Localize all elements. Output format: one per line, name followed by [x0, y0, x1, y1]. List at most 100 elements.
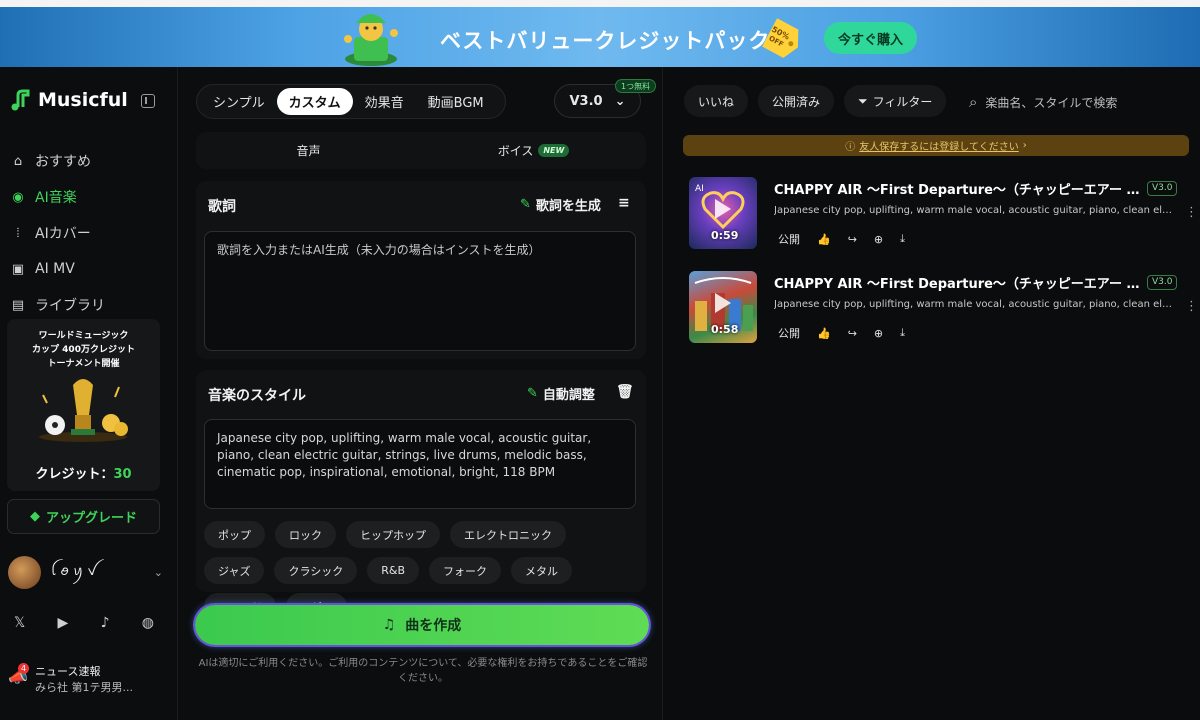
collapse-sidebar-icon[interactable]	[141, 94, 155, 108]
video-icon: ▣	[11, 261, 25, 277]
version-badge: V3.0	[1147, 181, 1178, 196]
discount-tag-icon: 50% OFF	[762, 18, 799, 58]
trash-icon[interactable]: 🗑	[616, 384, 634, 400]
publish-button[interactable]: 公開	[778, 325, 800, 341]
mode-tabs: シンプル カスタム 効果音 動画BGM	[196, 84, 506, 119]
song-thumbnail[interactable]: 0:58	[689, 271, 757, 343]
filter-liked[interactable]: いいね	[684, 85, 749, 117]
lyrics-panel: 歌詞 ✎ 歌詞を生成 ≡ 歌詞を入力またはAI生成（未入力の場合はインストを生成…	[196, 181, 646, 359]
create-song-button[interactable]: ♫ 曲を作成	[195, 605, 649, 645]
login-notice[interactable]: ⓘ 友人保存するには登録してください ›	[683, 135, 1189, 156]
share-icon[interactable]: ↪	[848, 327, 857, 340]
lyrics-format-icon[interactable]: ≡	[618, 195, 630, 211]
like-icon[interactable]: 👍	[817, 327, 831, 340]
download-icon[interactable]: ⤓	[900, 232, 905, 246]
promo-banner[interactable]: ベストバリュークレジットパック 50% OFF 今すぐ購入	[0, 7, 1200, 67]
credits-label: クレジット：	[35, 467, 114, 482]
chevron-down-icon[interactable]: ⌄	[154, 566, 163, 579]
tiktok-icon[interactable]: ♪	[101, 615, 110, 631]
sidebar-item-ai-mv[interactable]: ▣ AI MV	[10, 251, 170, 287]
banner-title: ベストバリュークレジットパック	[440, 29, 771, 53]
x-twitter-icon[interactable]: 𝕏	[14, 615, 25, 631]
tab-voice[interactable]: ボイス NEW	[421, 142, 646, 159]
publish-button[interactable]: 公開	[778, 231, 800, 247]
style-tag[interactable]: メタル	[511, 557, 573, 584]
news-count-badge: 4	[18, 663, 29, 674]
discord-icon[interactable]: ◍	[142, 615, 154, 631]
tab-simple[interactable]: シンプル	[201, 88, 277, 115]
auto-adjust-label: 自動調整	[542, 388, 595, 403]
song-thumbnail[interactable]: AI 0:59	[689, 177, 757, 249]
auto-adjust-button[interactable]: ✎ 自動調整	[527, 384, 595, 403]
sidebar-item-ai-music[interactable]: ◉ AI音楽	[10, 179, 170, 215]
song-actions: 公開 👍 ↪ ⊕ ⤓	[778, 325, 905, 341]
funnel-icon: ⏷	[858, 93, 868, 108]
disclaimer-text: AIは適切にご利用ください。ご利用のコンテンツについて、必要な権利をお持ちである…	[198, 658, 648, 684]
tab-custom[interactable]: カスタム	[276, 88, 353, 115]
sidebar-item-label: AI音楽	[35, 190, 77, 206]
filter-button[interactable]: ⏷ フィルター	[844, 85, 947, 117]
style-tag[interactable]: ジャズ	[204, 557, 265, 584]
search-input[interactable]: ⌕ 楽曲名、スタイルで検索	[969, 93, 1117, 111]
tab-sound-effects[interactable]: 効果音	[353, 88, 416, 115]
trophy-illustration	[39, 379, 128, 442]
waveform-icon: ⦙	[16, 225, 20, 241]
upgrade-button[interactable]: ◆ アップグレード	[7, 499, 160, 534]
extend-icon[interactable]: ⊕	[874, 327, 883, 340]
diamond-icon: ◆	[29, 509, 40, 524]
lyrics-title: 歌詞	[208, 199, 236, 215]
credits-display: クレジット：30	[7, 463, 160, 482]
extend-icon[interactable]: ⊕	[874, 233, 883, 246]
song-title[interactable]: CHAPPY AIR 〜First Departure〜（チャッピーエアー 〜フ…	[774, 179, 1144, 198]
style-tag[interactable]: R&B	[367, 557, 420, 584]
song-title[interactable]: CHAPPY AIR 〜First Departure〜（チャッピーエアー 〜フ…	[774, 273, 1144, 292]
generate-lyrics-label: 歌詞を生成	[535, 199, 601, 214]
upgrade-label: アップグレード	[45, 511, 137, 526]
composer-panel: シンプル カスタム 効果音 動画BGM V3.0 ⌄ 1つ無料 音声 ボイス N…	[179, 67, 663, 720]
app-name: Musicful	[38, 89, 128, 111]
tournament-promo-card[interactable]: ワールドミュージック カップ 400万クレジット トーナメント開催 クレジット：…	[7, 319, 160, 491]
song-item[interactable]: AI 0:59 CHAPPY AIR 〜First Departure〜（チャッ…	[689, 177, 1198, 249]
sidebar-item-home[interactable]: ⌂ おすすめ	[10, 143, 170, 179]
song-duration: 0:59	[711, 229, 739, 242]
style-tag[interactable]: エレクトロニック	[450, 521, 566, 548]
sidebar-item-library[interactable]: ▤ ライブラリ	[10, 287, 170, 323]
app-logo[interactable]: Musicful	[10, 89, 128, 111]
magic-wand-icon: ✎	[527, 386, 538, 401]
music-note-icon: ♫	[382, 617, 396, 633]
filter-label: フィルター	[872, 94, 933, 109]
musicful-logo-icon	[11, 89, 30, 111]
song-actions: 公開 👍 ↪ ⊕ ⤓	[778, 231, 905, 247]
share-icon[interactable]: ↪	[848, 233, 857, 246]
style-tag[interactable]: ヒップホップ	[346, 521, 440, 548]
lyrics-placeholder: 歌詞を入力またはAI生成（未入力の場合はインストを生成）	[217, 243, 541, 257]
style-input[interactable]: Japanese city pop, uplifting, warm male …	[204, 419, 636, 509]
sidebar-item-ai-cover[interactable]: ⦙ AIカバー	[10, 215, 170, 251]
download-icon[interactable]: ⤓	[900, 326, 905, 340]
buy-now-button[interactable]: 今すぐ購入	[824, 22, 917, 54]
style-tag[interactable]: クラシック	[274, 557, 358, 584]
style-tag[interactable]: フォーク	[429, 557, 502, 584]
style-tag[interactable]: ポップ	[204, 521, 265, 548]
more-options-icon[interactable]: ⋮	[1185, 299, 1198, 314]
news-flash[interactable]: 📣 4 ニュース速報 みら社 第1テ男男...	[8, 663, 173, 697]
info-icon: ⓘ	[845, 142, 856, 153]
style-tag[interactable]: ロック	[275, 521, 336, 548]
tab-audio-label: 音声	[296, 144, 321, 158]
play-icon[interactable]	[715, 199, 731, 219]
tab-audio[interactable]: 音声	[196, 142, 421, 159]
play-icon[interactable]	[715, 293, 731, 313]
like-icon[interactable]: 👍	[817, 233, 831, 246]
generate-lyrics-button[interactable]: ✎ 歌詞を生成	[520, 195, 601, 214]
youtube-icon[interactable]: ▶	[58, 615, 69, 631]
news-subtitle: みら社 第1テ男男...	[35, 681, 133, 694]
sidebar-item-label: ライブラリ	[35, 298, 105, 314]
lyrics-input[interactable]: 歌詞を入力またはAI生成（未入力の場合はインストを生成）	[204, 231, 636, 351]
filter-published[interactable]: 公開済み	[758, 85, 835, 117]
more-options-icon[interactable]: ⋮	[1185, 205, 1198, 220]
user-profile[interactable]: ꪶ ꪮ ꪗ ꪜ ⌄	[8, 555, 163, 589]
song-item[interactable]: 0:58 CHAPPY AIR 〜First Departure〜（チャッピーエ…	[689, 271, 1198, 343]
free-badge: 1つ無料	[615, 79, 657, 93]
library-filters: いいね 公開済み ⏷ フィルター	[684, 85, 947, 117]
tab-video-bgm[interactable]: 動画BGM	[416, 88, 496, 115]
